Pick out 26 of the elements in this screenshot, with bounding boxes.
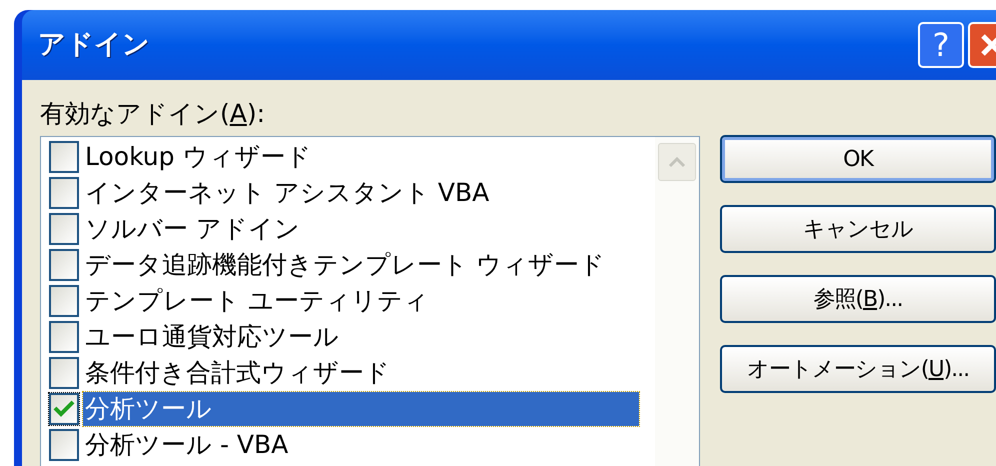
- window-title: アドイン: [38, 28, 151, 62]
- checkbox[interactable]: [49, 213, 79, 245]
- addin-item[interactable]: データ追跡機能付きテンプレート ウィザード: [83, 248, 607, 282]
- addins-label: 有効なアドイン(A):: [40, 98, 266, 130]
- checkbox[interactable]: [49, 177, 79, 209]
- checkbox[interactable]: [49, 393, 79, 425]
- addin-item[interactable]: ソルバー アドイン: [83, 212, 302, 246]
- addin-item[interactable]: 条件付き合計式ウィザード: [83, 356, 392, 390]
- addin-item[interactable]: Lookup ウィザード: [83, 140, 314, 174]
- checkbox[interactable]: [49, 357, 79, 389]
- checkbox[interactable]: [49, 285, 79, 317]
- checkbox[interactable]: [49, 321, 79, 353]
- checkbox[interactable]: [49, 429, 79, 461]
- addin-item[interactable]: テンプレート ユーティリティ: [83, 284, 431, 318]
- addin-item[interactable]: インターネット アシスタント VBA: [83, 176, 492, 210]
- dialog-button[interactable]: オートメーション(U)...: [720, 345, 996, 393]
- help-button[interactable]: ?: [918, 22, 964, 68]
- addin-item[interactable]: 分析ツール - VBA: [83, 428, 290, 462]
- dialog-button[interactable]: OK: [720, 135, 996, 183]
- addin-item[interactable]: 分析ツール: [83, 392, 639, 426]
- dialog-button[interactable]: 参照(B)...: [720, 275, 996, 323]
- checkmark-icon: [53, 400, 75, 418]
- addin-item[interactable]: ユーロ通貨対応ツール: [83, 320, 341, 354]
- checkbox[interactable]: [49, 141, 79, 173]
- dialog-button[interactable]: キャンセル: [720, 205, 996, 253]
- checkbox[interactable]: [49, 249, 79, 281]
